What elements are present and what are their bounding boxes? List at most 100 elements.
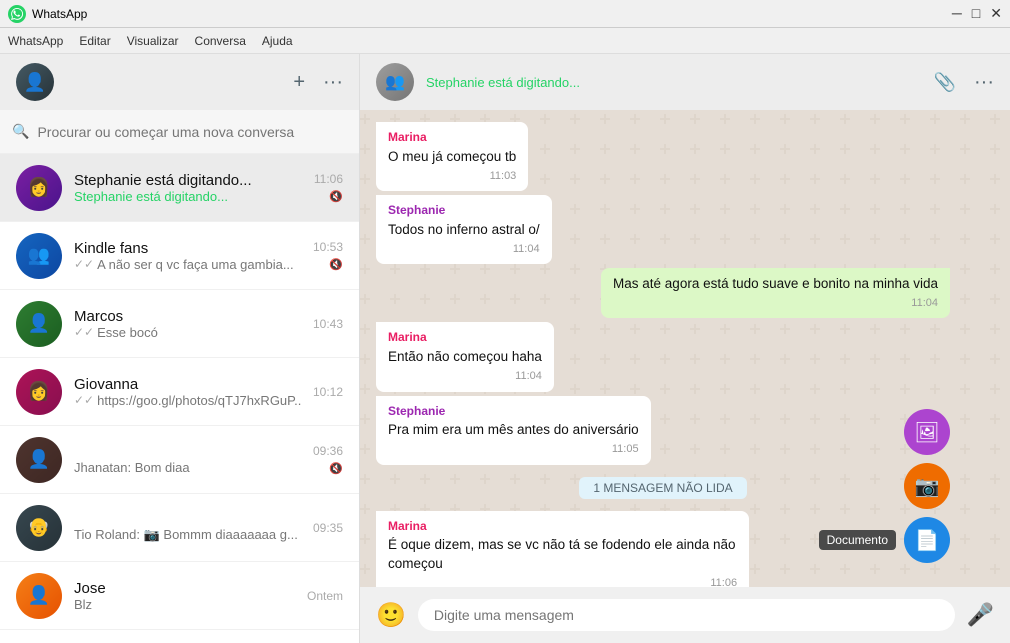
maximize-button[interactable]: □: [972, 5, 980, 22]
chat-avatar-giovanna: 👩: [16, 369, 62, 415]
tio-preview: Tio Roland: 📷 Bommm diaaaaaaa g...: [74, 527, 301, 543]
chat-list: 👩 Stephanie está digitando... Stephanie …: [0, 154, 359, 643]
menu-editar[interactable]: Editar: [79, 34, 110, 48]
kindle-meta: 10:53 🔇: [313, 240, 343, 271]
menu-conversa[interactable]: Conversa: [195, 34, 246, 48]
titlebar-title: WhatsApp: [32, 7, 952, 21]
chat-avatar-jose: 👤: [16, 573, 62, 619]
chat-item-marcos[interactable]: 👤 Marcos ✓✓ Esse bocó 10:43: [0, 290, 359, 358]
input-bar: 🙂 🎤: [360, 587, 1010, 643]
kindle-chat-info: Kindle fans ✓✓ A não ser q vc faça uma g…: [74, 240, 301, 272]
more-options-button[interactable]: ···: [323, 71, 343, 94]
giovanna-meta: 10:12: [313, 385, 343, 399]
jose-preview: Blz: [74, 597, 295, 612]
right-header-actions: 📎 ···: [934, 71, 994, 94]
chat-item-stephanie[interactable]: 👩 Stephanie está digitando... Stephanie …: [0, 154, 359, 222]
chat-item-jose[interactable]: 👤 Jose Blz Ontem: [0, 562, 359, 630]
tio-avatar-icon: 👴: [16, 505, 62, 551]
jhanatan-avatar-icon: 👤: [16, 437, 62, 483]
titlebar-controls: ─ □ ✕: [952, 5, 1002, 22]
emoji-button[interactable]: 🙂: [376, 601, 406, 630]
document-label: Documento: [819, 530, 896, 550]
marcos-name: Marcos: [74, 308, 301, 325]
stephanie-mute-icon: 🔇: [329, 190, 343, 203]
right-more-button[interactable]: ···: [974, 71, 994, 94]
bubble-time-1: 11:03: [388, 169, 516, 184]
bubble-text-5: Pra mim era um mês antes do aniversário: [388, 421, 639, 440]
chat-item-giovanna[interactable]: 👩 Giovanna ✓✓ https://goo.gl/photos/qTJ7…: [0, 358, 359, 426]
jose-meta: Ontem: [307, 589, 343, 603]
giovanna-check-icon: ✓✓: [74, 393, 94, 407]
bubble-5: Stephanie Pra mim era um mês antes do an…: [376, 396, 651, 465]
giovanna-avatar-icon: 👩: [16, 369, 62, 415]
stephanie-preview: Stephanie está digitando...: [74, 189, 302, 204]
self-avatar-icon: 👤: [16, 63, 54, 101]
sender-marina-1: Marina: [388, 129, 516, 146]
sender-marina-6: Marina: [388, 518, 737, 535]
right-panel: 👥 Stephanie está digitando... 📎 ··· Mari…: [360, 54, 1010, 643]
attach-camera-button[interactable]: 📷: [904, 463, 950, 509]
tio-name: [74, 512, 301, 527]
attachment-options: 🖼 📷 📄 Documento: [904, 409, 950, 563]
message-1: Marina O meu já começou tb 11:03: [376, 122, 528, 191]
right-header-status: Stephanie está digitando...: [426, 75, 922, 90]
unread-divider: 1 MENSAGEM NÃO LIDA: [376, 477, 950, 499]
giovanna-preview-text: https://goo.gl/photos/qTJ7hxRGuP...: [97, 393, 301, 408]
chat-avatar-tio: 👴: [16, 505, 62, 551]
jose-name: Jose: [74, 580, 295, 597]
right-header-info: Stephanie está digitando...: [426, 75, 922, 90]
marcos-time: 10:43: [313, 317, 343, 331]
stephanie-time: 11:06: [314, 172, 343, 186]
menu-whatsapp[interactable]: WhatsApp: [8, 34, 63, 48]
search-input[interactable]: [37, 124, 347, 140]
kindle-preview: ✓✓ A não ser q vc faça uma gambia...: [74, 257, 301, 272]
giovanna-time: 10:12: [313, 385, 343, 399]
right-header-avatar[interactable]: 👥: [376, 63, 414, 101]
new-chat-button[interactable]: +: [293, 71, 305, 94]
jose-avatar-icon: 👤: [16, 573, 62, 619]
attach-document-button[interactable]: 📄 Documento: [904, 517, 950, 563]
chat-avatar-stephanie: 👩: [16, 165, 62, 211]
unread-badge: 1 MENSAGEM NÃO LIDA: [579, 477, 746, 499]
bubble-text-3: Mas até agora está tudo suave e bonito n…: [613, 275, 938, 294]
menu-visualizar[interactable]: Visualizar: [127, 34, 179, 48]
bubble-time-6: 11:06: [388, 576, 737, 587]
marcos-preview-text: Esse bocó: [97, 325, 158, 340]
chat-item-jhanatan[interactable]: 👤 Jhanatan: Bom diaa 09:36 🔇: [0, 426, 359, 494]
kindle-name: Kindle fans: [74, 240, 301, 257]
sender-stephanie-5: Stephanie: [388, 403, 639, 420]
jhanatan-mute-icon: 🔇: [329, 462, 343, 475]
attach-button[interactable]: 📎: [934, 72, 956, 93]
right-avatar-icon: 👥: [376, 63, 414, 101]
message-input[interactable]: [418, 599, 955, 631]
menu-ajuda[interactable]: Ajuda: [262, 34, 293, 48]
close-button[interactable]: ✕: [990, 5, 1002, 22]
chat-item-kindle[interactable]: 👥 Kindle fans ✓✓ A não ser q vc faça uma…: [0, 222, 359, 290]
chat-item-tio[interactable]: 👴 Tio Roland: 📷 Bommm diaaaaaaa g... 09:…: [0, 494, 359, 562]
marcos-preview: ✓✓ Esse bocó: [74, 325, 301, 340]
sender-marina-4: Marina: [388, 329, 542, 346]
bubble-2: Stephanie Todos no inferno astral o/ 11:…: [376, 195, 552, 264]
jhanatan-preview: Jhanatan: Bom diaa: [74, 460, 301, 475]
bubble-time-3: 11:04: [613, 296, 938, 311]
marcos-check-icon: ✓✓: [74, 325, 94, 339]
whatsapp-icon: [8, 5, 26, 23]
bubble-text-6: É oque dizem, mas se vc não tá se fodend…: [388, 536, 737, 574]
chat-avatar-kindle: 👥: [16, 233, 62, 279]
mic-button[interactable]: 🎤: [967, 602, 994, 628]
document-icon: 📄: [915, 528, 940, 553]
stephanie-chat-info: Stephanie está digitando... Stephanie es…: [74, 172, 302, 204]
bubble-4: Marina Então não começou haha 11:04: [376, 322, 554, 391]
tio-time: 09:35: [313, 521, 343, 535]
attach-gallery-button[interactable]: 🖼: [904, 409, 950, 455]
message-2: Stephanie Todos no inferno astral o/ 11:…: [376, 195, 552, 264]
bubble-text-2: Todos no inferno astral o/: [388, 221, 540, 240]
self-avatar[interactable]: 👤: [16, 63, 54, 101]
stephanie-name: Stephanie está digitando...: [74, 172, 302, 189]
marcos-chat-info: Marcos ✓✓ Esse bocó: [74, 308, 301, 340]
kindle-preview-text: A não ser q vc faça uma gambia...: [97, 257, 294, 272]
jose-chat-info: Jose Blz: [74, 580, 295, 612]
minimize-button[interactable]: ─: [952, 5, 962, 22]
marcos-avatar-icon: 👤: [16, 301, 62, 347]
giovanna-name: Giovanna: [74, 376, 301, 393]
